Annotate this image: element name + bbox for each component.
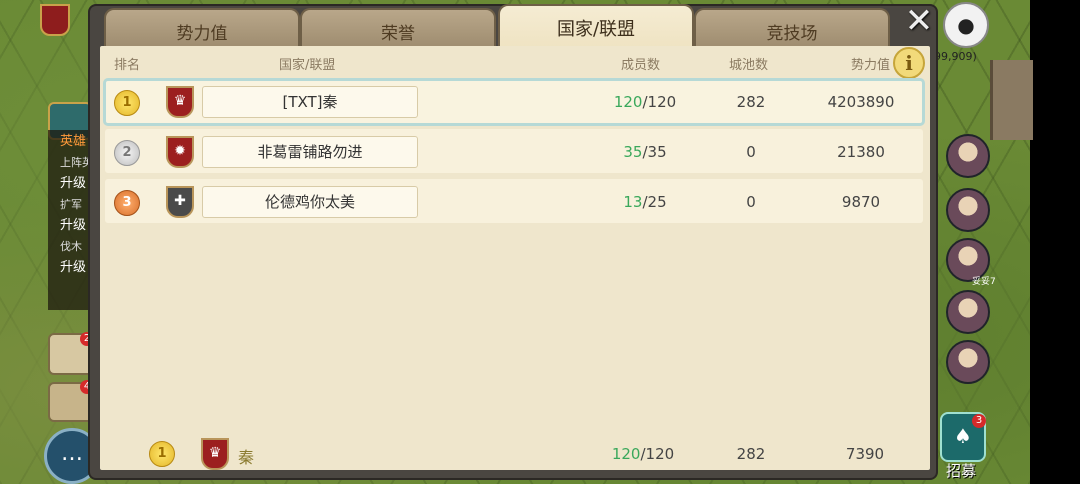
quest-line: 伐木 xyxy=(60,240,82,253)
own-city-count: 282 xyxy=(736,445,766,463)
tab-arena[interactable]: 竞技场 xyxy=(694,8,890,48)
power-value: 9870 xyxy=(841,193,881,211)
castle-building xyxy=(990,60,1033,140)
screen-edge xyxy=(1030,0,1080,484)
hero-level: 妥妥7 xyxy=(972,277,996,287)
coordinates: 99,909) xyxy=(934,50,977,63)
faction-flag-icon[interactable] xyxy=(40,4,70,36)
crown-icon: ♛ xyxy=(201,438,229,470)
power-value: 4203890 xyxy=(827,93,895,111)
members-max: /25 xyxy=(642,193,667,211)
hero-avatar[interactable] xyxy=(946,188,990,232)
alliance-name[interactable]: 非葛雷铺路勿进 xyxy=(202,136,418,168)
hero-avatar[interactable] xyxy=(946,134,990,178)
shield-icon: ✚ xyxy=(166,186,194,218)
quest-line: 扩军 xyxy=(60,198,82,211)
members-max: /120 xyxy=(642,93,677,111)
member-count: 35/35 xyxy=(605,143,685,161)
sun-icon: ✹ xyxy=(166,136,194,168)
quest-line: 升级 xyxy=(60,260,87,275)
gold-medal-icon: 1 xyxy=(149,441,175,467)
silver-medal-icon: 2 xyxy=(114,140,140,166)
alliance-name[interactable]: [TXT]秦 xyxy=(202,86,418,118)
gold-medal-icon: 1 xyxy=(114,90,140,116)
tab-honor[interactable]: 荣誉 xyxy=(300,8,496,48)
quest-line: 升级 xyxy=(60,218,87,233)
recruit-label: 招募 xyxy=(945,462,976,480)
chat-bubble-icon: … xyxy=(61,441,83,466)
member-count: 13/25 xyxy=(605,193,685,211)
crown-icon: ♛ xyxy=(166,86,194,118)
recruit-badge: 3 xyxy=(972,414,986,428)
location-button[interactable]: ● xyxy=(943,2,989,48)
tab-nation-alliance[interactable]: 国家/联盟 xyxy=(498,4,694,48)
quest-line: 上阵英 xyxy=(60,156,93,169)
header-power: 势力值 xyxy=(851,58,891,73)
header-rank: 排名 xyxy=(114,58,141,73)
members-current: 35 xyxy=(623,143,643,161)
members-current: 120 xyxy=(613,93,643,111)
quest-panel[interactable]: 英雄 上阵英 升级 扩军 升级 伐木 升级 xyxy=(48,130,93,310)
own-alliance-name: 秦 xyxy=(238,448,255,467)
power-value: 21380 xyxy=(837,143,885,161)
bronze-medal-icon: 3 xyxy=(114,190,140,216)
alliance-name[interactable]: 伦德鸡你太美 xyxy=(202,186,418,218)
members-current: 13 xyxy=(623,193,643,211)
close-icon[interactable]: ✕ xyxy=(902,4,936,38)
hero-avatar[interactable] xyxy=(946,340,990,384)
own-power-value: 7390 xyxy=(845,445,885,463)
recruit-cards-icon: ♠ xyxy=(954,424,972,448)
members-max: /120 xyxy=(640,445,675,463)
quest-title: 英雄 xyxy=(60,134,87,149)
info-icon[interactable]: i xyxy=(893,47,925,79)
header-cities: 城池数 xyxy=(729,58,769,73)
tab-power[interactable]: 势力值 xyxy=(104,8,300,48)
header-name: 国家/联盟 xyxy=(279,58,336,73)
city-count: 282 xyxy=(736,93,766,111)
header-members: 成员数 xyxy=(621,58,661,73)
hero-avatar[interactable] xyxy=(946,290,990,334)
quest-line: 升级 xyxy=(60,176,87,191)
city-count: 0 xyxy=(746,193,756,211)
city-count: 0 xyxy=(746,143,756,161)
own-member-count: 120/120 xyxy=(603,445,683,463)
map-pin-icon: ● xyxy=(957,13,975,37)
members-current: 120 xyxy=(611,445,641,463)
members-max: /35 xyxy=(642,143,667,161)
member-count: 120/120 xyxy=(605,93,685,111)
